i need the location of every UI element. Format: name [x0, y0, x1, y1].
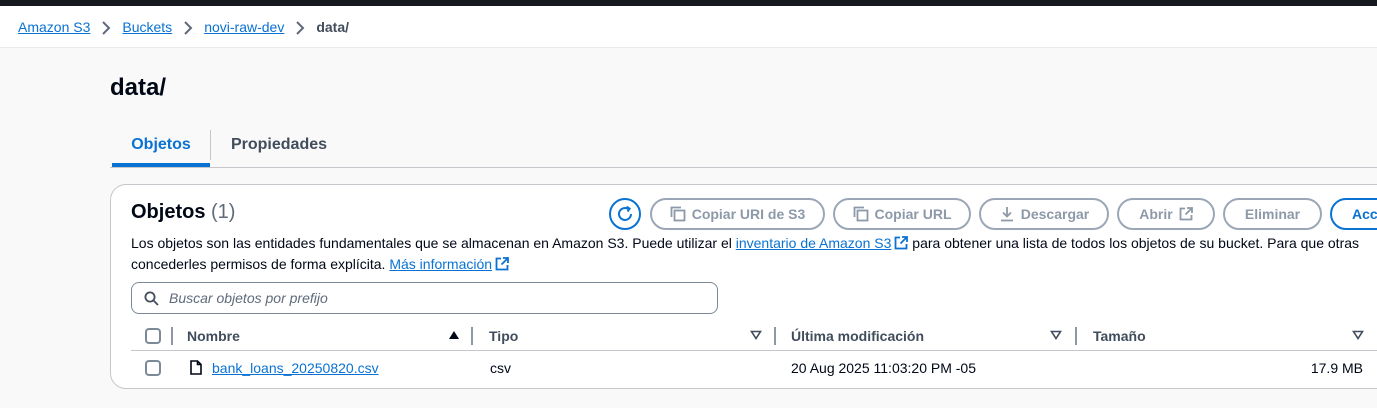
object-type: csv — [490, 360, 511, 376]
breadcrumb-buckets[interactable]: Buckets — [122, 19, 172, 35]
copy-url-button[interactable]: Copiar URL — [833, 198, 971, 230]
column-divider — [471, 327, 473, 345]
breadcrumb-amazon-s3[interactable]: Amazon S3 — [18, 19, 90, 35]
inventory-link[interactable]: inventario de Amazon S3 — [736, 235, 892, 251]
breadcrumb-bucket[interactable]: novi-raw-dev — [204, 19, 284, 35]
download-icon — [1000, 207, 1013, 222]
column-header-size[interactable]: Tamaño — [1093, 321, 1146, 351]
chevron-right-icon — [90, 18, 122, 35]
objects-title-text: Objetos — [131, 201, 206, 223]
search-placeholder: Buscar objetos por prefijo — [169, 290, 328, 306]
objects-description: Los objetos son las entidades fundamenta… — [131, 233, 1377, 275]
actions-label: Acci — [1352, 206, 1377, 222]
refresh-button[interactable] — [609, 198, 641, 230]
breadcrumb: Amazon S3 Buckets novi-raw-dev data/ — [0, 6, 1377, 48]
download-button[interactable]: Descargar — [979, 198, 1109, 230]
objects-panel: Objetos (1) Copiar URI de S3 Copiar URL … — [110, 184, 1377, 389]
external-link-icon — [495, 257, 509, 271]
row-checkbox[interactable] — [145, 360, 161, 376]
download-label: Descargar — [1020, 206, 1090, 222]
open-button[interactable]: Abrir — [1117, 198, 1215, 230]
file-icon — [190, 360, 202, 375]
object-size: 17.9 MB — [1310, 360, 1363, 376]
column-divider — [171, 327, 173, 345]
description-text-2: para obtener una lista de todos los obje… — [908, 235, 1360, 251]
column-header-last-modified[interactable]: Última modificación — [791, 321, 924, 351]
objects-panel-title: Objetos (1) — [131, 201, 235, 224]
column-divider — [774, 327, 776, 345]
sort-caret-icon[interactable] — [1050, 330, 1062, 340]
description-text-1: Los objetos son las entidades fundamenta… — [131, 235, 736, 251]
description-text-3: concederles permisos de forma explícita. — [131, 256, 390, 272]
table-row[interactable]: bank_loans_20250820.csv csv 20 Aug 2025 … — [131, 351, 1377, 385]
object-last-modified: 20 Aug 2025 11:03:20 PM -05 — [791, 360, 976, 376]
search-input[interactable]: Buscar objetos por prefijo — [131, 282, 718, 314]
column-divider — [1075, 327, 1077, 345]
copy-url-label: Copiar URL — [874, 206, 952, 222]
search-icon — [144, 291, 159, 306]
copy-s3-uri-label: Copiar URI de S3 — [691, 206, 806, 222]
external-link-icon — [1179, 207, 1193, 221]
actions-button[interactable]: Acci — [1330, 198, 1377, 230]
sort-caret-icon[interactable] — [750, 330, 762, 340]
tab-objects[interactable]: Objetos — [112, 126, 210, 167]
tab-properties[interactable]: Propiedades — [210, 130, 347, 160]
breadcrumb-current: data/ — [316, 18, 350, 35]
open-label: Abrir — [1139, 206, 1173, 222]
table-header: Nombre Tipo Última modificación Tamaño — [131, 321, 1377, 351]
copy-s3-uri-button[interactable]: Copiar URI de S3 — [650, 198, 825, 230]
page-title: data/ — [110, 74, 167, 101]
copy-icon — [670, 206, 686, 222]
column-header-name[interactable]: Nombre — [187, 321, 240, 351]
objects-count: (1) — [211, 201, 236, 223]
refresh-icon — [618, 205, 632, 221]
copy-icon — [853, 206, 868, 222]
select-all-checkbox[interactable] — [145, 328, 161, 344]
chevron-right-icon — [284, 18, 316, 35]
chevron-right-icon — [172, 18, 204, 35]
external-link-icon — [894, 236, 909, 250]
tab-list: Objetos Propiedades — [110, 126, 1377, 168]
sort-caret-icon[interactable] — [1352, 330, 1364, 340]
object-name-link[interactable]: bank_loans_20250820.csv — [212, 351, 379, 385]
more-info-link[interactable]: Más información — [389, 256, 492, 272]
delete-button[interactable]: Eliminar — [1223, 198, 1322, 230]
column-header-type[interactable]: Tipo — [489, 321, 518, 351]
delete-label: Eliminar — [1244, 206, 1301, 222]
sort-ascending-icon[interactable] — [448, 330, 460, 340]
